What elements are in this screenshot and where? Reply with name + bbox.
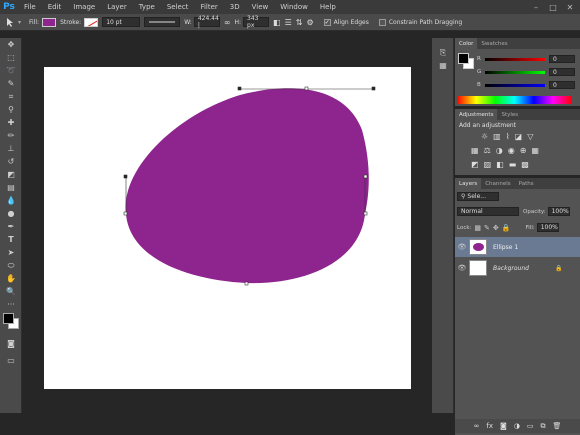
lock-position-icon[interactable]: ✥ [493, 224, 499, 232]
posterize-icon[interactable]: ▨ [484, 160, 492, 169]
selective-color-icon[interactable]: ▩ [521, 160, 529, 169]
new-group-icon[interactable]: ▭ [527, 422, 534, 430]
color-spectrum-bar[interactable] [457, 96, 572, 104]
layers-panel: Layers Channels Paths ⚲ Sele... Normal O… [455, 178, 580, 435]
blend-mode-dropdown[interactable]: Normal [457, 207, 519, 216]
tab-layers[interactable]: Layers [455, 178, 482, 189]
layer-row-ellipse[interactable]: 👁 Ellipse 1 [455, 237, 580, 257]
green-label: G [477, 69, 482, 75]
opacity-field[interactable]: 100% [547, 207, 570, 216]
layers-footer: ∞ fx ◙ ◑ ▭ ⧉ 🗑 [455, 419, 580, 433]
color-foreground[interactable] [458, 53, 469, 64]
green-slider[interactable] [485, 70, 545, 74]
red-value-field[interactable]: 0 [549, 55, 575, 63]
curves-icon[interactable]: ⌇ [506, 132, 510, 141]
opacity-label: Opacity: [523, 208, 546, 215]
color-balance-icon[interactable]: ⚖ [484, 146, 491, 155]
panel-icon-strip: ⎘ ▦ [432, 38, 454, 413]
red-slider-row: R 0 [477, 55, 575, 63]
green-slider-row: G 0 [477, 68, 575, 76]
green-value-field[interactable]: 0 [549, 68, 575, 76]
red-label: R [477, 56, 481, 62]
tab-channels[interactable]: Channels [481, 178, 514, 189]
add-adjustment-heading: Add an adjustment [459, 122, 517, 129]
adjustment-icons-row-2: ▦ ⚖ ◑ ◉ ⊕ ▦ [471, 146, 539, 155]
red-slider[interactable] [485, 57, 545, 61]
adjustment-icons-row-3: ◩ ▨ ◧ ▬ ▩ [471, 160, 529, 169]
search-icon: ⚲ [461, 193, 466, 200]
ellipse-shape[interactable] [125, 88, 369, 284]
lock-icon: 🔒 [555, 264, 563, 272]
delete-layer-icon[interactable]: 🗑 [553, 422, 562, 430]
layer-filter-row: ⚲ Sele... [457, 192, 499, 201]
fg-bg-swatch[interactable] [458, 53, 474, 69]
visibility-eye-icon[interactable]: 👁 [455, 243, 469, 251]
thumbnail-shape [473, 243, 484, 251]
blend-opacity-row: Normal Opacity: 100% [457, 207, 570, 216]
lock-fill-row: Lock: ▦ ✎ ✥ 🔒 Fill: 100% [457, 223, 559, 232]
vibrance-icon[interactable]: ▽ [527, 132, 533, 141]
add-mask-icon[interactable]: ◙ [500, 422, 507, 430]
lock-paint-icon[interactable]: ✎ [484, 224, 490, 232]
tab-adjustments[interactable]: Adjustments [455, 109, 498, 120]
lock-pixels-icon[interactable]: ▦ [474, 224, 481, 232]
blue-label: B [477, 82, 481, 88]
threshold-icon[interactable]: ◧ [496, 160, 504, 169]
lock-all-icon[interactable]: 🔒 [502, 224, 511, 232]
new-adjustment-icon[interactable]: ◑ [514, 422, 520, 430]
blue-slider[interactable] [485, 83, 545, 87]
photo-filter-icon[interactable]: ◉ [508, 146, 515, 155]
blue-value-field[interactable]: 0 [549, 81, 575, 89]
ellipse-layer-thumbnail [469, 239, 487, 255]
tab-paths[interactable]: Paths [515, 178, 538, 189]
levels-icon[interactable]: ▥ [493, 132, 501, 141]
tab-styles[interactable]: Styles [497, 109, 522, 120]
properties-panel-icon[interactable]: ▦ [432, 59, 454, 72]
lock-label: Lock: [457, 224, 472, 231]
fill-field[interactable]: 100% [536, 223, 559, 232]
invert-icon[interactable]: ◩ [471, 160, 479, 169]
new-layer-icon[interactable]: ⧉ [541, 422, 546, 431]
background-layer-thumbnail [469, 260, 487, 276]
adjustment-icons-row-1: ☼ ▥ ⌇ ◪ ▽ [481, 132, 533, 141]
color-lookup-icon[interactable]: ▦ [531, 146, 539, 155]
layer-row-background[interactable]: 👁 Background 🔒 [455, 258, 580, 278]
visibility-eye-icon[interactable]: 👁 [455, 264, 469, 272]
channel-mixer-icon[interactable]: ⊕ [520, 146, 527, 155]
adjustments-panel-tabs: Adjustments Styles [455, 109, 580, 120]
layer-filter-label: Sele... [467, 193, 486, 200]
layer-name-ellipse[interactable]: Ellipse 1 [493, 244, 518, 251]
brightness-contrast-icon[interactable]: ☼ [481, 132, 488, 141]
fx-icon[interactable]: fx [486, 422, 493, 430]
layer-name-background[interactable]: Background [493, 265, 555, 272]
foreground-color[interactable] [3, 313, 14, 324]
black-white-icon[interactable]: ◑ [496, 146, 503, 155]
exposure-icon[interactable]: ◪ [515, 132, 523, 141]
hue-saturation-icon[interactable]: ▦ [471, 146, 479, 155]
tab-color[interactable]: Color [455, 38, 478, 49]
link-layers-icon[interactable]: ∞ [474, 422, 480, 430]
tab-swatches[interactable]: Swatches [477, 38, 511, 49]
history-panel-icon[interactable]: ⎘ [432, 46, 454, 59]
adjustments-panel: Adjustments Styles Add an adjustment ☼ ▥… [455, 109, 580, 175]
layers-panel-tabs: Layers Channels Paths [455, 178, 580, 189]
blue-slider-row: B 0 [477, 81, 575, 89]
color-panel: Color Swatches R 0 G 0 B 0 [455, 38, 580, 106]
layer-filter-dropdown[interactable]: ⚲ Sele... [457, 192, 499, 201]
color-panel-tabs: Color Swatches [455, 38, 580, 49]
fill-label: Fill: [525, 224, 535, 231]
gradient-map-icon[interactable]: ▬ [509, 160, 517, 169]
